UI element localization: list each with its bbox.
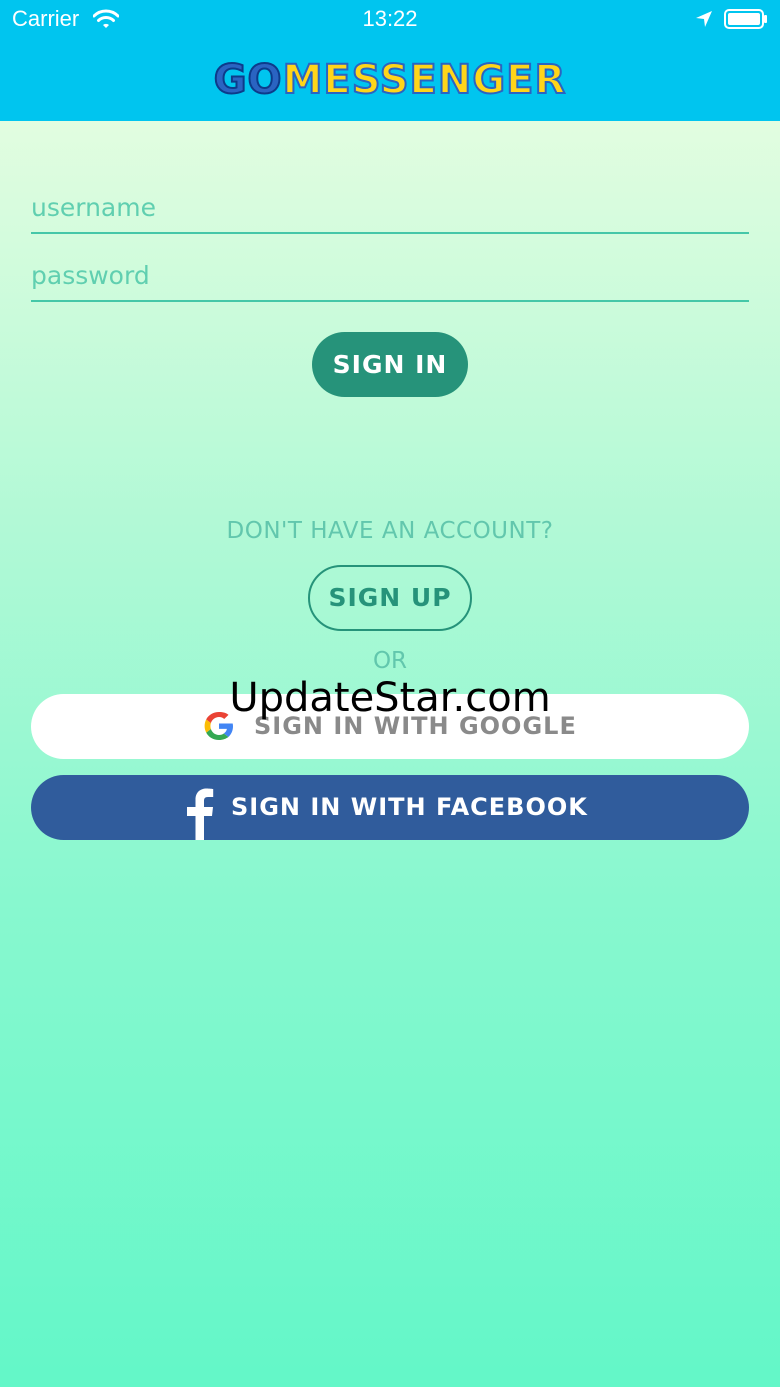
facebook-sign-in-label: SIGN IN WITH FACEBOOK [231, 793, 588, 821]
location-arrow-icon [696, 11, 712, 27]
logo-go: GO [213, 56, 283, 104]
google-g-icon [204, 712, 233, 740]
status-bar: Carrier 13:22 [0, 0, 780, 40]
app-logo: GOMESSENGER [0, 54, 780, 106]
facebook-f-icon [187, 788, 214, 840]
logo-messenger: MESSENGER [282, 56, 567, 104]
username-input[interactable] [31, 184, 749, 230]
or-divider-text: OR [372, 648, 408, 674]
password-input[interactable] [31, 252, 749, 298]
google-sign-in-label: SIGN IN WITH GOOGLE [254, 712, 577, 740]
password-field [31, 252, 749, 302]
username-field [31, 184, 749, 234]
app-header: Carrier 13:22 GOMESSENGER [0, 0, 780, 121]
sign-up-button[interactable]: SIGN UP [308, 565, 472, 631]
google-sign-in-button[interactable]: SIGN IN WITH GOOGLE [31, 694, 749, 759]
sign-in-button[interactable]: SIGN IN [312, 332, 468, 397]
facebook-sign-in-button[interactable]: SIGN IN WITH FACEBOOK [31, 775, 749, 840]
status-time: 13:22 [362, 6, 418, 31]
battery-icon [724, 9, 767, 29]
no-account-prompt: DON'T HAVE AN ACCOUNT? [226, 518, 554, 544]
